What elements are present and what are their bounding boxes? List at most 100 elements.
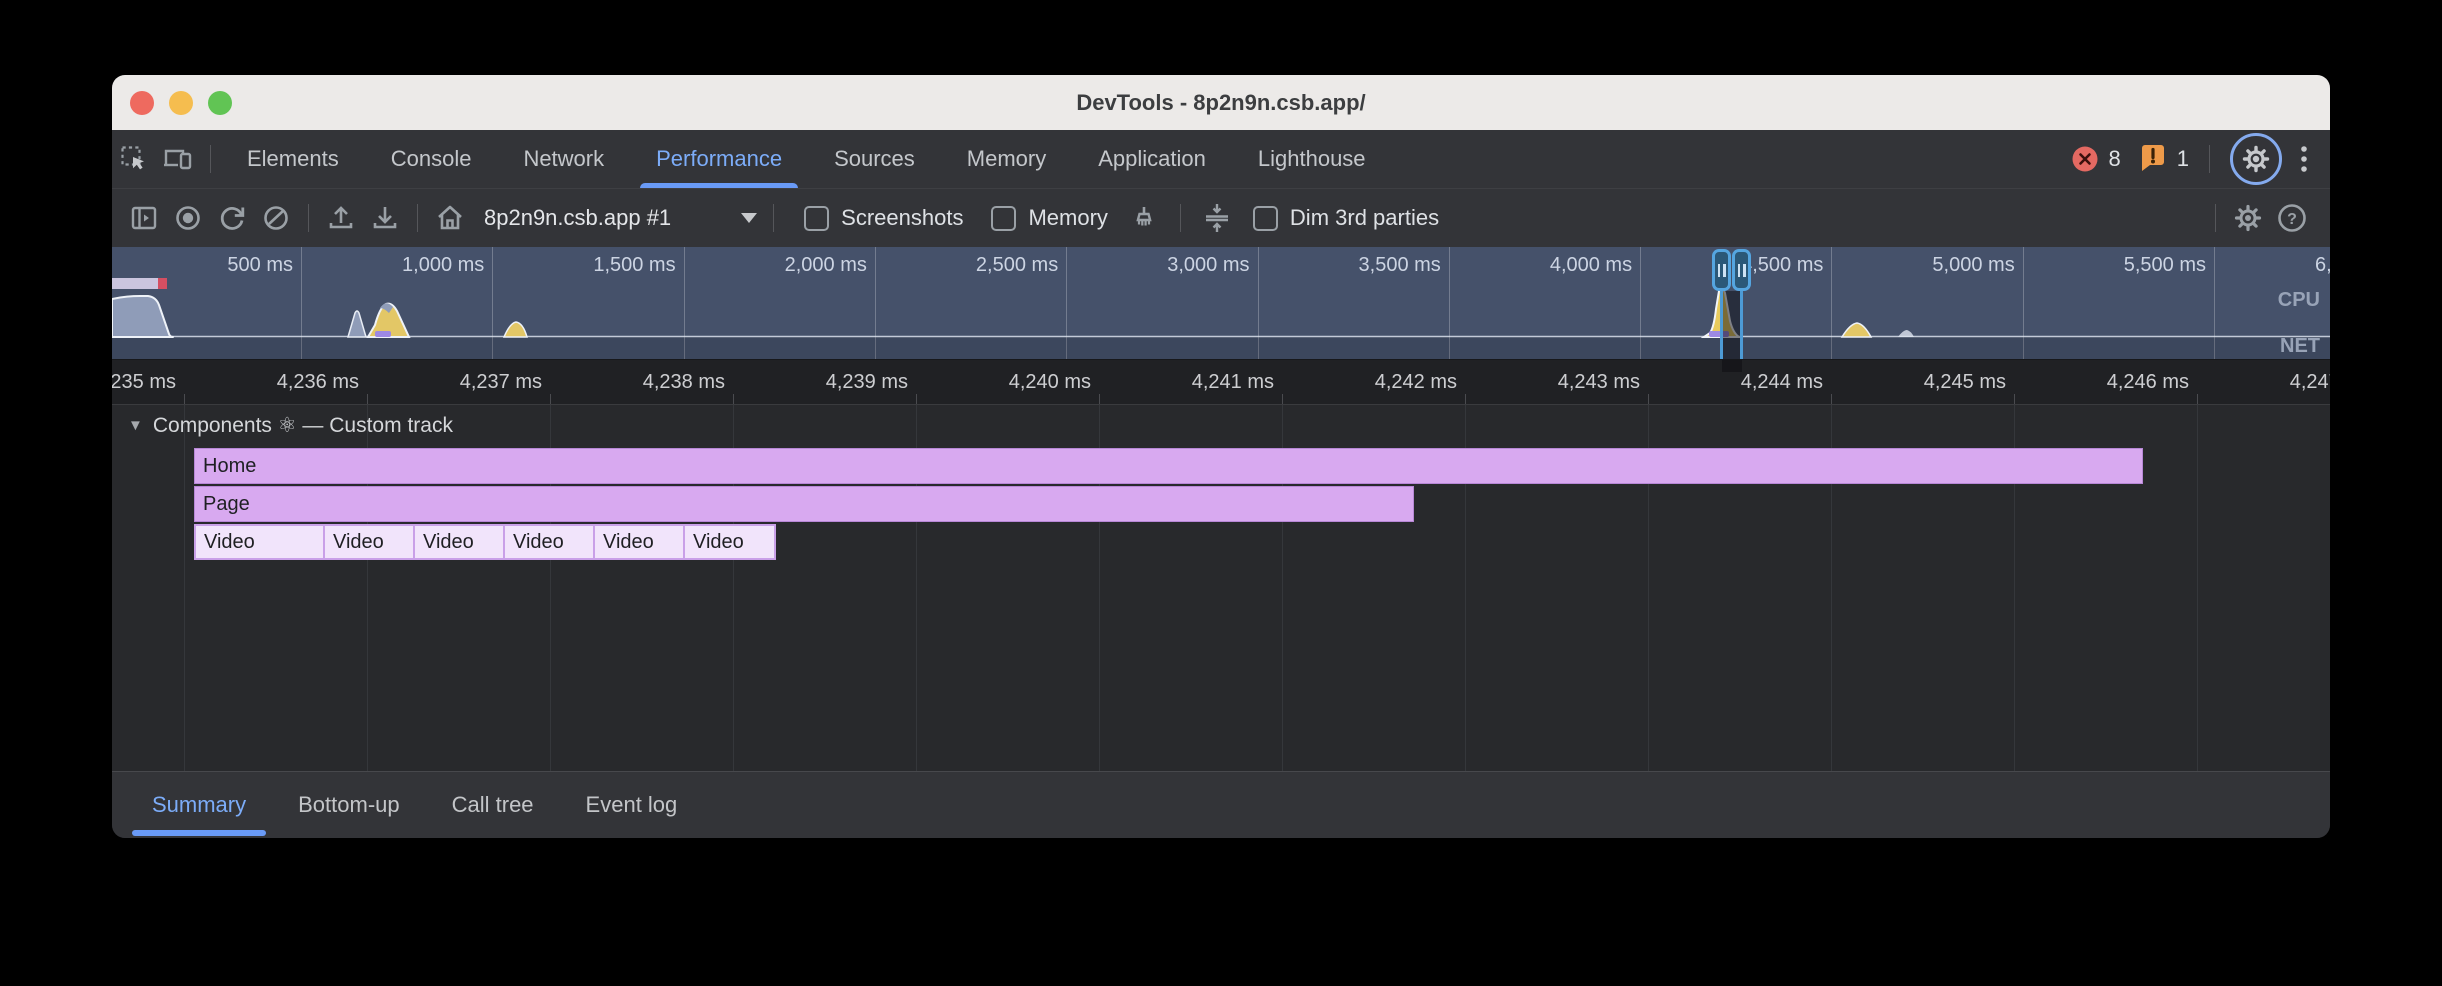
divider [1180, 204, 1181, 232]
traffic-lights [130, 75, 232, 130]
svg-text:?: ? [2287, 211, 2297, 228]
toolbar-right-cluster: ? [2205, 196, 2330, 240]
track-gridline [184, 405, 185, 771]
tab-sources[interactable]: Sources [808, 130, 941, 188]
target-selector[interactable]: 8p2n9n.csb.app #1 [484, 205, 757, 231]
record-button[interactable] [166, 196, 210, 240]
tab-memory[interactable]: Memory [941, 130, 1072, 188]
warning-badge-icon[interactable] [2139, 144, 2167, 174]
bottom-tab-summary[interactable]: Summary [126, 772, 272, 838]
devtools-window: DevTools - 8p2n9n.csb.app/ ElementsConso… [112, 75, 2330, 838]
ruler-tick [2014, 394, 2015, 404]
minimap-ruler-label: 3,500 ms [1297, 254, 1441, 277]
timeline-overview[interactable]: CPU NET 500 ms 1,000 ms 1,500 ms 2,000 ms 2,… [112, 247, 2330, 360]
divider [2215, 204, 2216, 232]
ruler-tick [550, 394, 551, 404]
ruler-tick [916, 394, 917, 404]
ruler-label: 4,236 ms [219, 360, 359, 404]
ruler-label: 4,238 ms [585, 360, 725, 404]
tab-console[interactable]: Console [365, 130, 498, 188]
target-selector-label: 8p2n9n.csb.app #1 [484, 205, 671, 231]
save-profile-button[interactable] [363, 196, 407, 240]
tab-application[interactable]: Application [1072, 130, 1232, 188]
ruler-tick [1648, 394, 1649, 404]
toggle-device-toolbar-button[interactable] [156, 137, 200, 181]
bottom-tab-call-tree[interactable]: Call tree [426, 772, 560, 838]
close-window-button[interactable] [130, 91, 154, 115]
settings-gear-button[interactable] [2240, 143, 2272, 175]
divider [773, 204, 774, 232]
component-bar-home[interactable]: Home [194, 448, 2143, 484]
divider [417, 204, 418, 232]
component-bar-video[interactable]: Video [194, 524, 325, 560]
tab-elements[interactable]: Elements [221, 130, 365, 188]
component-bar-video[interactable]: Video [413, 524, 505, 560]
collect-garbage-button[interactable] [1122, 196, 1166, 240]
window-title: DevTools - 8p2n9n.csb.app/ [1076, 90, 1365, 116]
minimap-ruler-label: 2,500 ms [914, 254, 1058, 277]
error-badge-icon[interactable] [2071, 145, 2099, 173]
more-options-button[interactable] [2298, 143, 2310, 175]
minimap-ruler-label: 500 ms [149, 254, 293, 277]
clear-button[interactable] [254, 196, 298, 240]
minimap-ruler-label: 1,500 ms [532, 254, 676, 277]
component-bar-video[interactable]: Video [593, 524, 685, 560]
live-metrics-button[interactable] [428, 196, 472, 240]
warning-count[interactable]: 1 [2177, 146, 2189, 172]
track-gridline [2197, 405, 2198, 771]
tab-lighthouse[interactable]: Lighthouse [1232, 130, 1392, 188]
ruler-tick [733, 394, 734, 404]
selection-right-handle[interactable] [1732, 249, 1751, 291]
memory-checkbox[interactable] [991, 206, 1016, 231]
screenshots-checkbox[interactable] [804, 206, 829, 231]
component-bar-video[interactable]: Video [683, 524, 776, 560]
custom-track-title: Components ⚛ — Custom track [153, 413, 453, 438]
selection-left-handle[interactable] [1712, 249, 1731, 291]
component-bar-video[interactable]: Video [323, 524, 415, 560]
toggle-sidebar-button[interactable] [122, 196, 166, 240]
component-bar-video-row: VideoVideoVideoVideoVideoVideo [194, 524, 776, 560]
panel-arrow-icon [144, 215, 149, 222]
minimap-ruler-label: 6,000 ms [2253, 254, 2330, 277]
capture-settings-button[interactable] [2226, 196, 2270, 240]
flame-chart-area[interactable]: ▼ Components ⚛ — Custom track HomePageVi… [112, 405, 2330, 771]
dim-3rd-parties-checkbox[interactable] [1253, 206, 1278, 231]
component-bar-video[interactable]: Video [503, 524, 595, 560]
bottom-tab-bottom-up[interactable]: Bottom-up [272, 772, 426, 838]
inspect-element-button[interactable] [112, 137, 156, 181]
reload-icon [222, 208, 242, 228]
reload-and-record-button[interactable] [210, 196, 254, 240]
ruler-label: 4,243 ms [1500, 360, 1640, 404]
custom-track-header[interactable]: ▼ Components ⚛ — Custom track [128, 413, 453, 438]
timeline-detail-ruler[interactable]: 4,235 ms4,236 ms4,237 ms4,238 ms4,239 ms… [112, 360, 2330, 405]
component-bar-page[interactable]: Page [194, 486, 1414, 522]
tab-performance[interactable]: Performance [630, 130, 808, 188]
minimize-window-button[interactable] [169, 91, 193, 115]
ruler-tick [1465, 394, 1466, 404]
net-lane-label: NET [2280, 335, 2320, 358]
ruler-label: 4,244 ms [1683, 360, 1823, 404]
ruler-label: 4,237 ms [402, 360, 542, 404]
bottom-tab-bar: SummaryBottom-upCall treeEvent log [112, 771, 2330, 838]
dim-3rd-parties-label: Dim 3rd parties [1290, 205, 1439, 231]
download-icon [379, 207, 391, 222]
minimap-ruler-label: 4,500 ms [1679, 254, 1823, 277]
minimap-ruler-label: 5,500 ms [2062, 254, 2206, 277]
screenshots-checkbox-group: Screenshots [804, 205, 963, 231]
ruler-label: 4,247 ms [2232, 360, 2330, 404]
error-count[interactable]: 8 [2109, 146, 2121, 172]
cpu-lane-label: CPU [2278, 289, 2320, 312]
zoom-window-button[interactable] [208, 91, 232, 115]
collapse-sections-button[interactable] [1195, 196, 1239, 240]
minimap-ruler-label: 4,000 ms [1488, 254, 1632, 277]
load-profile-button[interactable] [319, 196, 363, 240]
bottom-tab-event-log[interactable]: Event log [560, 772, 704, 838]
ruler-tick [1099, 394, 1100, 404]
minimap-ruler-label: 2,000 ms [723, 254, 867, 277]
help-button[interactable]: ? [2270, 196, 2314, 240]
ruler-label: 4,235 ms [112, 360, 176, 404]
tab-network[interactable]: Network [497, 130, 630, 188]
chevron-down-icon [741, 213, 757, 223]
minimap-ruler-label: 1,000 ms [340, 254, 484, 277]
titlebar: DevTools - 8p2n9n.csb.app/ [112, 75, 2330, 130]
